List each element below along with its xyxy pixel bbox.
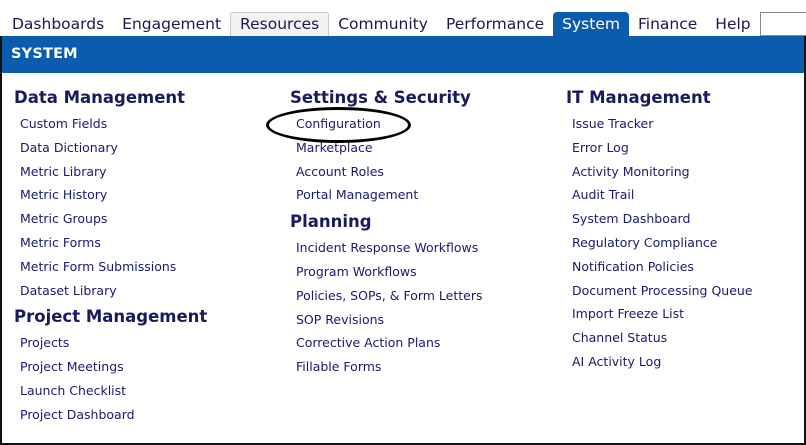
menu-link-metric-forms[interactable]: Metric Forms [14, 231, 274, 255]
menu-link-metric-library[interactable]: Metric Library [14, 160, 274, 184]
section-heading-project-management: Project Management [14, 307, 208, 327]
menu-link-notification-policies[interactable]: Notification Policies [566, 255, 806, 279]
tab-system[interactable]: System [553, 12, 629, 36]
menu-link-project-meetings[interactable]: Project Meetings [14, 355, 274, 379]
menu-link-activity-monitoring[interactable]: Activity Monitoring [566, 160, 806, 184]
tab-dashboards[interactable]: Dashboards [0, 12, 113, 36]
menu-link-data-dictionary[interactable]: Data Dictionary [14, 136, 274, 160]
menu-link-portal-management[interactable]: Portal Management [290, 183, 550, 207]
tab-community[interactable]: Community [329, 12, 437, 36]
section-heading-data-management: Data Management [14, 88, 186, 107]
panel-title: SYSTEM [2, 36, 804, 73]
system-menu-panel: SYSTEM Data Management Custom Fields Dat… [0, 36, 806, 445]
menu-link-ai-activity-log[interactable]: AI Activity Log [566, 350, 806, 374]
section-heading-planning: Planning [290, 212, 372, 232]
menu-link-dataset-library[interactable]: Dataset Library [14, 279, 274, 303]
section-heading-it-management: IT Management [566, 88, 711, 107]
menu-link-regulatory-compliance[interactable]: Regulatory Compliance [566, 231, 806, 255]
menu-link-issue-tracker[interactable]: Issue Tracker [566, 112, 806, 136]
tab-performance[interactable]: Performance [437, 12, 553, 36]
menu-link-corrective-action-plans[interactable]: Corrective Action Plans [290, 331, 550, 355]
menu-link-account-roles[interactable]: Account Roles [290, 160, 550, 184]
menu-link-incident-response-workflows[interactable]: Incident Response Workflows [290, 236, 550, 260]
search-input[interactable] [759, 12, 806, 36]
menu-link-policies-sops-form-letters[interactable]: Policies, SOPs, & Form Letters [290, 284, 550, 308]
tab-finance[interactable]: Finance [629, 12, 706, 36]
menu-link-error-log[interactable]: Error Log [566, 136, 806, 160]
tab-help[interactable]: Help [706, 12, 759, 36]
menu-link-system-dashboard[interactable]: System Dashboard [566, 207, 806, 231]
menu-link-configuration[interactable]: Configuration [290, 112, 550, 136]
menu-link-projects[interactable]: Projects [14, 331, 274, 355]
tab-resources[interactable]: Resources [230, 12, 330, 36]
menu-link-metric-history[interactable]: Metric History [14, 183, 274, 207]
column-settings-planning: Settings & Security Configuration Market… [290, 86, 550, 379]
menu-link-sop-revisions[interactable]: SOP Revisions [290, 308, 550, 332]
menu-link-audit-trail[interactable]: Audit Trail [566, 183, 806, 207]
menu-link-metric-groups[interactable]: Metric Groups [14, 207, 274, 231]
menu-link-metric-form-submissions[interactable]: Metric Form Submissions [14, 255, 274, 279]
top-nav: Dashboards Engagement Resources Communit… [0, 12, 806, 36]
menu-link-document-processing-queue[interactable]: Document Processing Queue [566, 279, 806, 303]
section-heading-settings-security: Settings & Security [290, 88, 471, 107]
tab-engagement[interactable]: Engagement [113, 12, 230, 36]
column-it-management: IT Management Issue Tracker Error Log Ac… [566, 86, 806, 374]
menu-link-fillable-forms[interactable]: Fillable Forms [290, 355, 550, 379]
column-data-project: Data Management Custom Fields Data Dicti… [14, 86, 274, 427]
menu-link-custom-fields[interactable]: Custom Fields [14, 112, 274, 136]
menu-link-import-freeze-list[interactable]: Import Freeze List [566, 302, 806, 326]
menu-link-channel-status[interactable]: Channel Status [566, 326, 806, 350]
menu-link-project-dashboard[interactable]: Project Dashboard [14, 403, 274, 427]
menu-link-program-workflows[interactable]: Program Workflows [290, 260, 550, 284]
menu-link-marketplace[interactable]: Marketplace [290, 136, 550, 160]
menu-link-launch-checklist[interactable]: Launch Checklist [14, 379, 274, 403]
